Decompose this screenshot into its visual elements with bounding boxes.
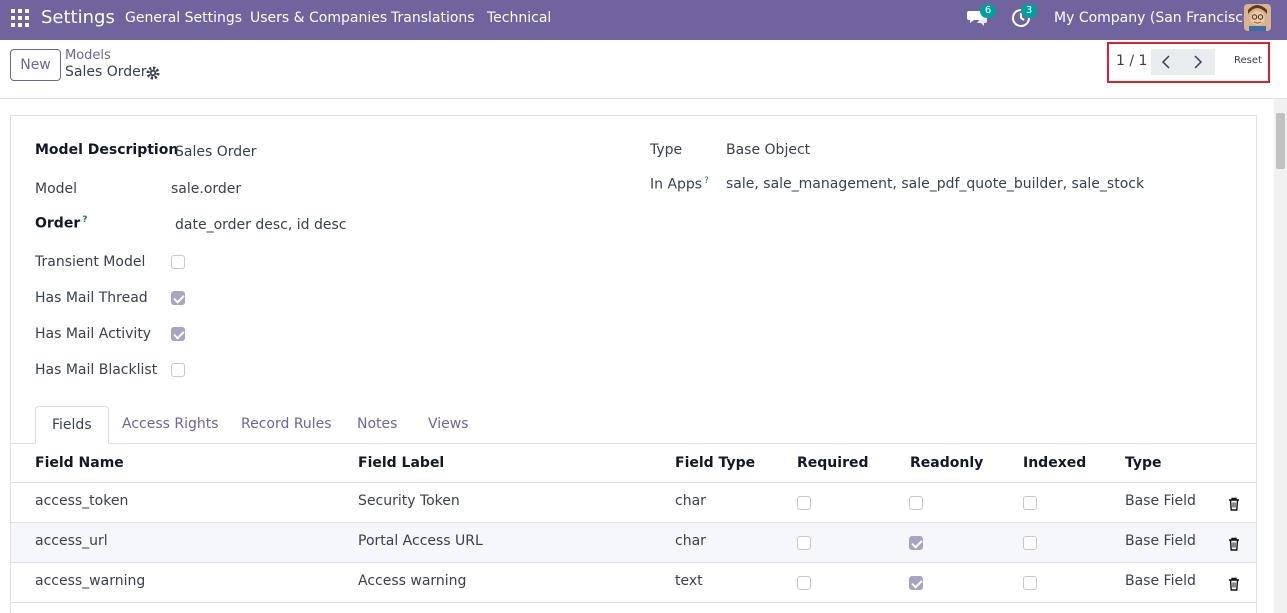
model-description-label: Model Description (35, 142, 179, 158)
menu-technical[interactable]: Technical (487, 10, 551, 26)
required-checkbox[interactable] (797, 536, 811, 550)
app-title[interactable]: Settings (41, 7, 115, 28)
tab-views[interactable]: Views (412, 406, 485, 444)
tab-record-rules[interactable]: Record Rules (225, 406, 348, 444)
field-name-cell: access_url (35, 533, 108, 549)
in-apps-label: In Apps? (650, 176, 709, 193)
transient-model-label: Transient Model (35, 254, 146, 270)
in-apps-value: sale, sale_management, sale_pdf_quote_bu… (726, 176, 1145, 192)
type-label: Type (650, 142, 683, 158)
required-checkbox[interactable] (797, 496, 811, 510)
has-mail-activity-label: Has Mail Activity (35, 326, 152, 342)
breadcrumb-current: Sales Order (65, 64, 147, 80)
avatar[interactable] (1244, 4, 1271, 31)
activities-badge: 3 (1021, 4, 1037, 18)
field-label-cell: Access warning (358, 573, 467, 589)
has-mail-thread-label: Has Mail Thread (35, 290, 148, 306)
has-mail-thread-checkbox[interactable] (171, 291, 185, 305)
model-description-field[interactable]: Sales Order (175, 144, 257, 160)
model-value: sale.order (171, 181, 242, 197)
breadcrumb-models[interactable]: Models (65, 48, 111, 63)
has-mail-blacklist-checkbox[interactable] (171, 363, 185, 377)
header-type[interactable]: Type (1125, 455, 1162, 471)
indexed-checkbox[interactable] (1023, 576, 1037, 590)
type-value: Base Object (726, 142, 811, 158)
pager-next-button[interactable] (1183, 49, 1215, 75)
tab-notes[interactable]: Notes (341, 406, 413, 444)
header-required[interactable]: Required (797, 455, 868, 471)
type-cell: Base Field (1125, 533, 1196, 549)
transient-model-checkbox[interactable] (171, 255, 185, 269)
tab-access-rights[interactable]: Access Rights (106, 406, 235, 444)
menu-users-companies[interactable]: Users & Companies (250, 10, 387, 26)
new-button[interactable]: New (10, 49, 61, 81)
trash-icon[interactable] (1228, 497, 1240, 511)
table-row[interactable]: access_url Portal Access URL char Base F… (11, 522, 1256, 562)
indexed-checkbox[interactable] (1023, 496, 1037, 510)
table-row[interactable] (11, 602, 1256, 613)
model-label: Model (35, 181, 78, 197)
control-panel: New Models Sales Order 1 / 1 Reset (0, 40, 1287, 99)
header-indexed[interactable]: Indexed (1023, 455, 1086, 471)
scrollbar-track[interactable] (1274, 99, 1287, 613)
readonly-checkbox[interactable] (909, 496, 923, 510)
company-switcher[interactable]: My Company (San Francisco) (1054, 10, 1257, 26)
field-label-cell: Security Token (358, 493, 460, 509)
readonly-checkbox[interactable] (909, 576, 923, 590)
order-field[interactable]: date_order desc, id desc (175, 217, 346, 233)
order-help-icon[interactable]: ? (82, 215, 87, 225)
menu-translations[interactable]: Translations (391, 10, 475, 26)
messages-badge: 6 (980, 4, 996, 18)
field-label-cell: Portal Access URL (358, 533, 483, 549)
field-name-cell: access_warning (35, 573, 146, 589)
trash-icon[interactable] (1228, 577, 1240, 591)
reset-button[interactable]: Reset (1234, 55, 1262, 66)
chevron-left-icon (1161, 55, 1170, 69)
scrollbar-thumb[interactable] (1276, 113, 1285, 169)
grid-icon[interactable] (11, 9, 29, 27)
header-field-label[interactable]: Field Label (358, 455, 444, 471)
chevron-right-icon (1194, 55, 1203, 69)
gear-icon[interactable] (146, 66, 160, 80)
header-readonly[interactable]: Readonly (910, 455, 983, 471)
menu-general-settings[interactable]: General Settings (125, 10, 242, 26)
top-navbar: Settings General Settings Users & Compan… (0, 0, 1287, 40)
field-type-cell: char (675, 533, 706, 549)
header-field-name[interactable]: Field Name (35, 455, 124, 471)
tab-fields[interactable]: Fields (35, 406, 109, 444)
pager-value[interactable]: 1 / 1 (1116, 53, 1147, 69)
required-checkbox[interactable] (797, 576, 811, 590)
has-mail-activity-checkbox[interactable] (171, 327, 185, 341)
field-name-cell: access_token (35, 493, 129, 509)
trash-icon[interactable] (1228, 537, 1240, 551)
in-apps-help-icon[interactable]: ? (704, 176, 709, 186)
header-field-type[interactable]: Field Type (675, 455, 755, 471)
table-row[interactable]: access_token Security Token char Base Fi… (11, 482, 1256, 522)
has-mail-blacklist-label: Has Mail Blacklist (35, 362, 158, 378)
field-type-cell: text (675, 573, 703, 589)
type-cell: Base Field (1125, 573, 1196, 589)
indexed-checkbox[interactable] (1023, 536, 1037, 550)
readonly-checkbox[interactable] (909, 536, 923, 550)
field-type-cell: char (675, 493, 706, 509)
pager-previous-button[interactable] (1151, 49, 1183, 75)
table-row[interactable]: access_warning Access warning text Base … (11, 562, 1256, 602)
type-cell: Base Field (1125, 493, 1196, 509)
order-label: Order? (35, 215, 88, 232)
